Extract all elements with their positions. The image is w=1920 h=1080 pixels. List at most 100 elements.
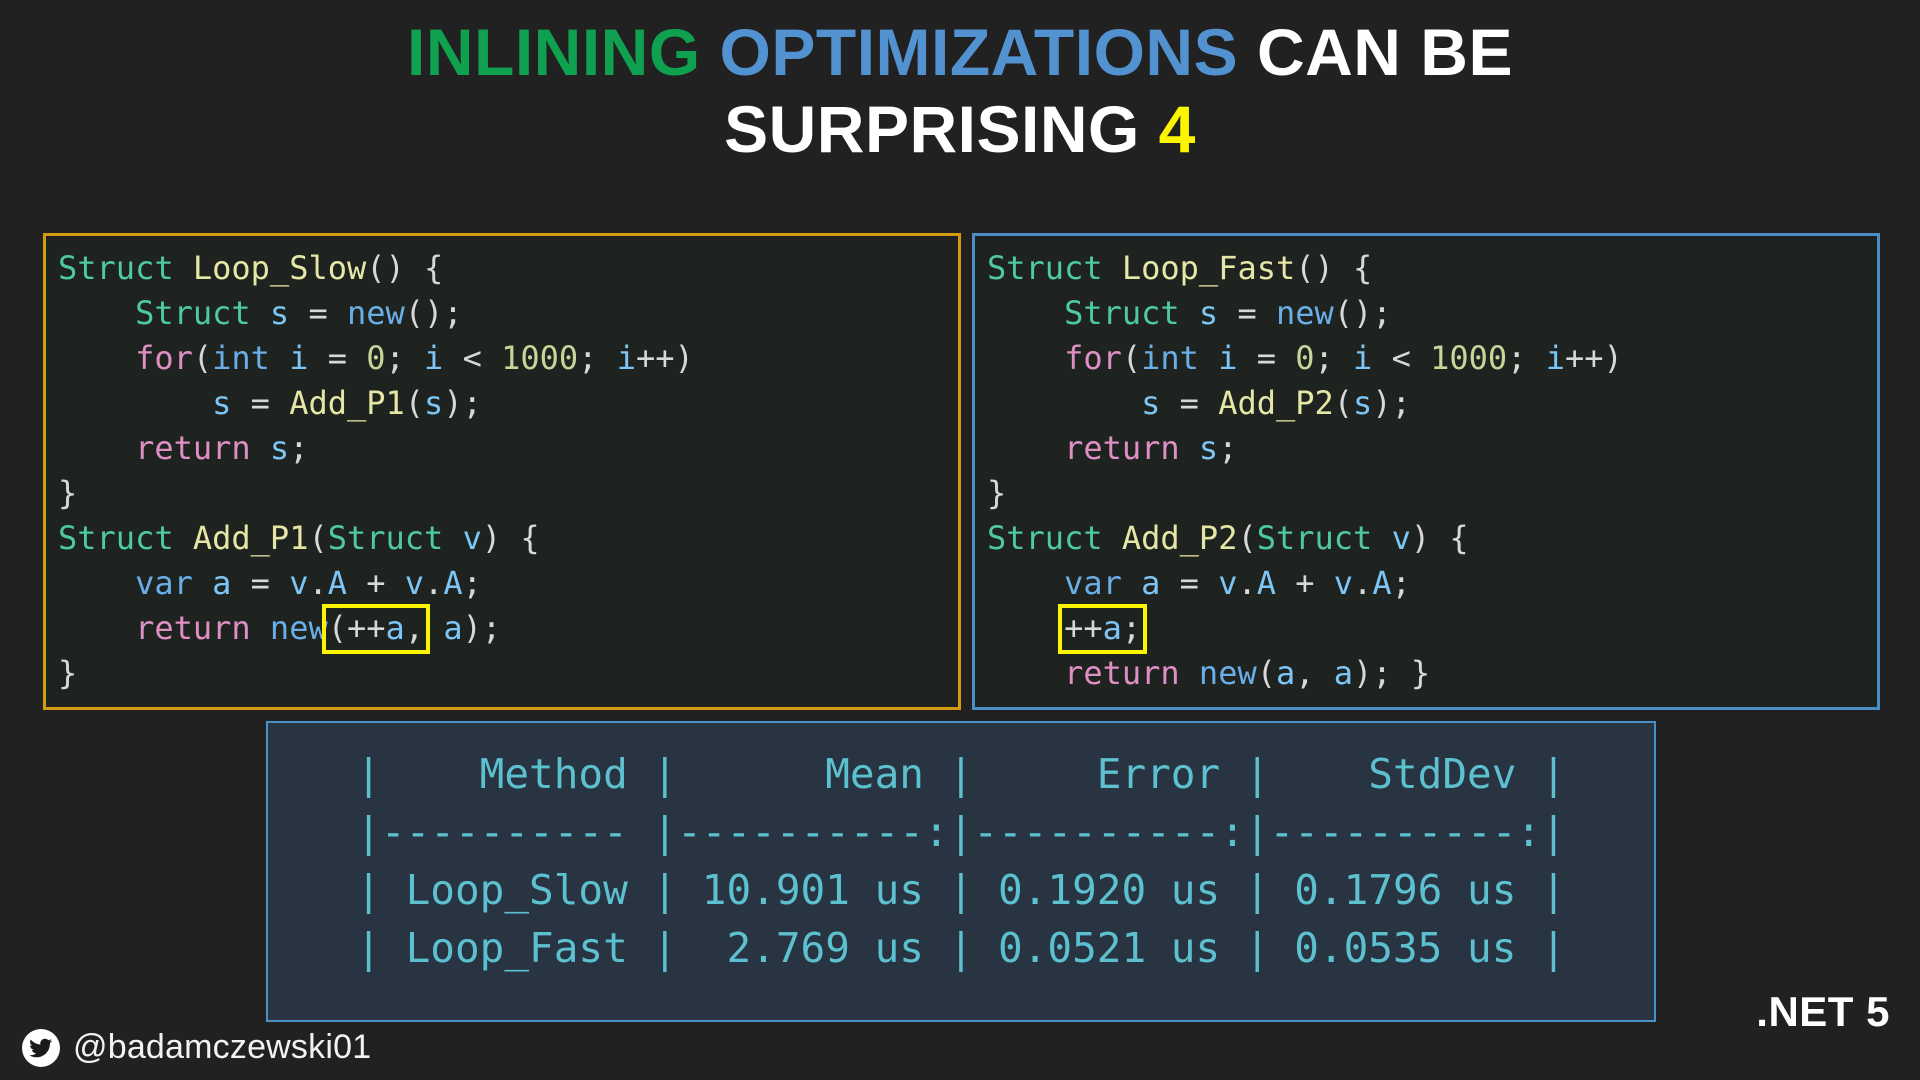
code-token: ; [578, 339, 617, 377]
code-token: s [212, 384, 232, 422]
slide-title-line-2: Surprising 4 [0, 91, 1920, 168]
loop-fast-line-5: return s; [987, 426, 1877, 471]
loop-slow-line-2: Struct s = new(); [58, 291, 958, 336]
code-token: ( [404, 384, 425, 422]
loop-slow-line-10: } [58, 651, 958, 696]
code-token: Add_P2 [1121, 519, 1238, 557]
code-token: int [1141, 339, 1199, 377]
code-token: 1000 [501, 339, 579, 377]
code-token: ) { [1410, 519, 1469, 557]
code-token: new [1275, 294, 1334, 332]
code-token: 0 [1295, 339, 1315, 377]
code-token: v [1218, 564, 1238, 602]
loop-fast-line-2: Struct s = new(); [987, 291, 1877, 336]
loop-fast-line-9: ++a; [987, 604, 1877, 654]
code-token: Loop_Slow [192, 249, 367, 287]
code-token: } [58, 654, 78, 692]
code-token: = [1160, 384, 1219, 422]
code-token: a [212, 564, 232, 602]
framework-badge: .NET 5 [1756, 988, 1890, 1035]
code-token: } [987, 474, 1007, 512]
code-token: A [443, 564, 463, 602]
code-token: ; [289, 429, 309, 467]
code-token: A [1372, 564, 1392, 602]
code-token: + [1275, 564, 1334, 602]
code-token: return [135, 609, 251, 647]
slide-title-line-1: Inlining Optimizations Can Be [0, 14, 1920, 91]
code-token: ; [1218, 429, 1238, 467]
twitter-handle-text: @badamczewski01 [73, 1028, 372, 1066]
code-token: v [1391, 519, 1411, 557]
title-word-can-be: Can Be [1256, 15, 1513, 89]
code-token: Struct [327, 519, 444, 557]
code-token: s [1353, 384, 1373, 422]
loop-slow-line-9: return new(++a, a); [58, 604, 958, 654]
code-token: a [1141, 564, 1161, 602]
code-token: () { [1295, 249, 1373, 287]
code-token: a [385, 609, 405, 647]
code-token: return [1064, 429, 1180, 467]
code-token: (); [404, 294, 463, 332]
code-token: i [616, 339, 636, 377]
code-token: new [346, 294, 405, 332]
code-token: Struct [1256, 519, 1373, 557]
code-token: var [1064, 564, 1122, 602]
code-token: i [289, 339, 309, 377]
code-token: Struct [58, 519, 174, 557]
code-token: < [1372, 339, 1431, 377]
code-token: = [231, 564, 290, 602]
title-word-inlining: Inlining [407, 15, 701, 89]
loop-slow-line-3: for(int i = 0; i < 1000; i++) [58, 336, 958, 381]
code-token: Add_P1 [289, 384, 405, 422]
code-token: ++) [635, 339, 694, 377]
code-token: ( [1256, 654, 1276, 692]
code-token: s [269, 429, 290, 467]
code-token: ++) [1564, 339, 1623, 377]
loop-fast-line-8: var a = v.A + v.A; [987, 561, 1877, 606]
code-token: A [327, 564, 347, 602]
code-token: . [308, 564, 328, 602]
code-token: s [269, 294, 290, 332]
code-token: i [1353, 339, 1373, 377]
loop-fast-line-1: Struct Loop_Fast() { [987, 246, 1877, 291]
code-token: , [404, 609, 425, 647]
code-token: , [1295, 654, 1334, 692]
code-token: ++ [1064, 609, 1103, 647]
slide-title: Inlining Optimizations Can Be Surprising… [0, 14, 1920, 167]
code-token: = [1160, 564, 1219, 602]
loop-slow-line-8: var a = v.A + v.A; [58, 561, 958, 606]
code-token: = [231, 384, 290, 422]
code-token: (); [1333, 294, 1392, 332]
loop-fast-line-4: s = Add_P2(s); [987, 381, 1877, 426]
code-token: s [1141, 384, 1161, 422]
code-token: return [135, 429, 251, 467]
loop-fast-highlight-box: ++a; [1058, 604, 1148, 654]
code-token: v [404, 564, 425, 602]
title-slide-number: 4 [1158, 91, 1196, 166]
code-token: Add_P1 [192, 519, 309, 557]
code-token: () { [366, 249, 444, 287]
loop-slow-highlight-box: (++a, [321, 604, 431, 654]
benchmark-results-panel: | Method | Mean | Error | StdDev | |----… [266, 721, 1656, 1022]
code-token: ; [1121, 609, 1142, 647]
code-token: return [1064, 654, 1180, 692]
code-token: for [135, 339, 193, 377]
code-token: for [1064, 339, 1122, 377]
loop-fast-line-3: for(int i = 0; i < 1000; i++) [987, 336, 1877, 381]
code-token: ( [1121, 339, 1142, 377]
title-word-optimizations: Optimizations [719, 15, 1239, 89]
